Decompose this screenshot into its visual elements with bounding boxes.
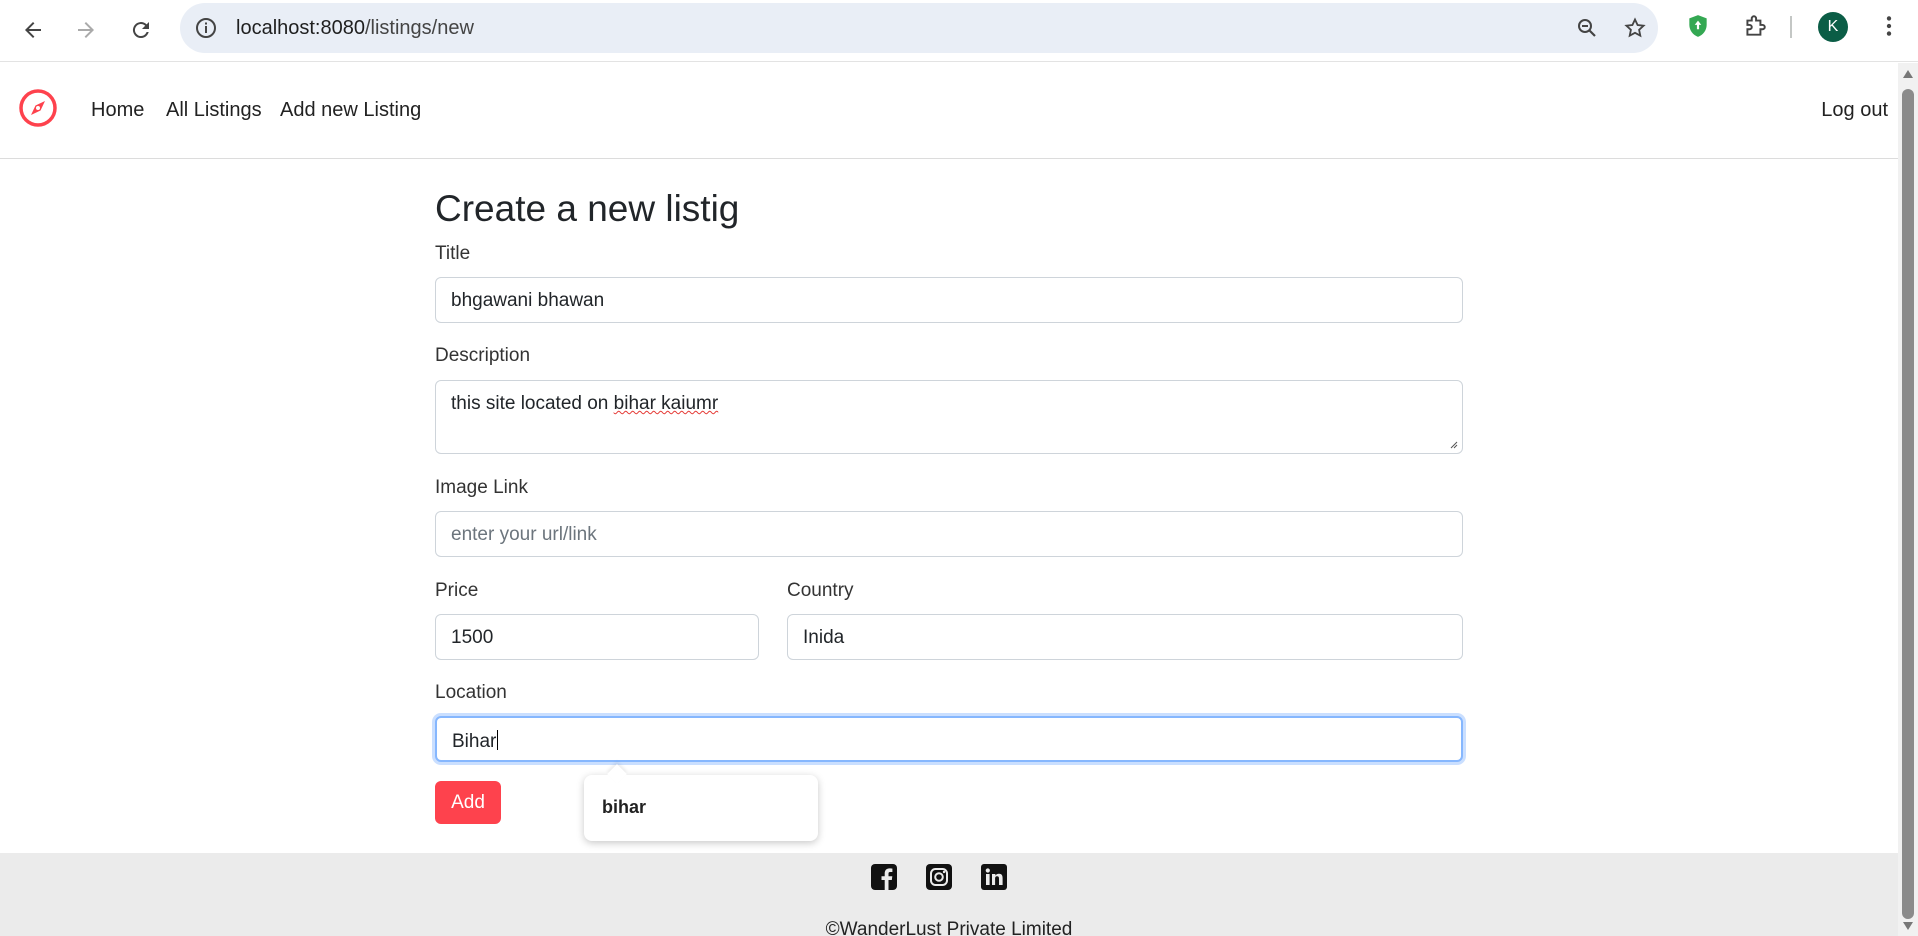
page-scrollbar[interactable] — [1898, 63, 1918, 936]
description-textarea[interactable]: this site located on bihar kaiumr — [435, 380, 1463, 454]
price-label: Price — [435, 580, 479, 601]
info-icon[interactable] — [194, 16, 218, 40]
copyright-text: ©WanderLust Private Limited — [825, 919, 1073, 936]
description-label: Description — [435, 345, 531, 366]
page-title: Create a new listig — [435, 188, 740, 229]
price-input[interactable]: 1500 — [435, 614, 759, 660]
logout-link[interactable]: Log out — [1821, 99, 1888, 122]
location-input[interactable]: Bihar — [435, 716, 1463, 762]
compass-icon[interactable] — [18, 88, 58, 128]
url-text: localhost:8080/listings/new — [236, 17, 474, 39]
nav-add-listing-link[interactable]: Add new Listing — [280, 99, 421, 122]
extensions-puzzle-icon[interactable] — [1742, 13, 1768, 39]
address-bar[interactable]: localhost:8080/listings/new — [180, 3, 1658, 53]
forward-button[interactable] — [68, 12, 104, 48]
location-value: Bihar — [452, 731, 497, 752]
more-menu-icon[interactable] — [1876, 13, 1902, 39]
facebook-icon[interactable] — [870, 863, 898, 891]
text-caret — [497, 730, 499, 750]
description-misspelled-text: bihar kaiumr — [613, 393, 719, 414]
reload-icon — [132, 22, 149, 39]
site-footer: ©WanderLust Private Limited — [0, 853, 1898, 936]
title-input[interactable]: bhgawani bhawan — [435, 277, 1463, 323]
back-button[interactable] — [15, 12, 51, 48]
browser-toolbar: localhost:8080/listings/new K — [0, 0, 1918, 62]
add-button[interactable]: Add — [435, 781, 501, 824]
arrow-left-icon — [25, 22, 41, 38]
scrollbar-thumb[interactable] — [1902, 89, 1914, 919]
country-input[interactable]: Inida — [787, 614, 1463, 660]
shield-extension-icon[interactable] — [1685, 13, 1711, 39]
country-label: Country — [787, 580, 854, 601]
location-label: Location — [435, 682, 507, 703]
description-text: this site located on — [451, 393, 614, 414]
resize-handle-icon[interactable] — [1448, 439, 1458, 449]
image-link-label: Image Link — [435, 477, 528, 498]
title-label: Title — [435, 243, 471, 264]
image-link-input[interactable]: enter your url/link — [435, 511, 1463, 557]
arrow-right-icon — [78, 22, 94, 38]
reload-button[interactable] — [123, 12, 159, 48]
linkedin-icon[interactable] — [980, 863, 1008, 891]
autocomplete-dropdown: bihar — [584, 775, 818, 841]
nav-all-listings-link[interactable]: All Listings — [166, 99, 262, 122]
autocomplete-suggestion[interactable]: bihar — [602, 797, 646, 818]
nav-home-link[interactable]: Home — [91, 99, 144, 122]
toolbar-divider — [1790, 16, 1792, 38]
scroll-up-arrow-icon[interactable] — [1902, 69, 1914, 79]
scroll-down-arrow-icon[interactable] — [1902, 921, 1914, 931]
profile-avatar[interactable]: K — [1818, 12, 1848, 42]
instagram-icon[interactable] — [925, 863, 953, 891]
site-navbar: Home All Listings Add new Listing Log ou… — [0, 63, 1898, 159]
bookmark-star-icon[interactable] — [1623, 16, 1647, 40]
zoom-icon[interactable] — [1575, 16, 1599, 40]
